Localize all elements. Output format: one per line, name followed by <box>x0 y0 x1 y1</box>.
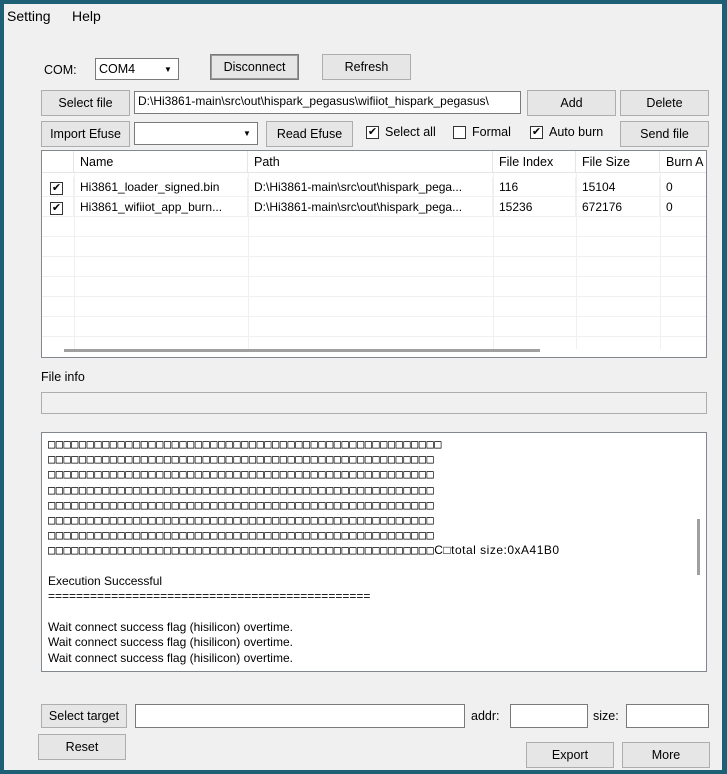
log-line: □□□□□□□□□□□□□□□□□□□□□□□□□□□□□□□□□□□□□□□□… <box>48 452 435 467</box>
grid-line <box>74 173 75 349</box>
formal-checkbox[interactable]: Formal <box>453 125 511 139</box>
grid-line <box>248 173 249 349</box>
log-line: □□□□□□□□□□□□□□□□□□□□□□□□□□□□□□□□□□□□□□□□… <box>48 482 435 497</box>
chevron-down-icon[interactable]: ▼ <box>239 125 255 142</box>
addr-input[interactable] <box>510 704 588 728</box>
row-file-size: 15104 <box>576 177 660 197</box>
log-output[interactable]: □□□□□□□□□□□□□□□□□□□□□□□□□□□□□□□□□□□□□□□□… <box>41 432 707 672</box>
auto-burn-checkbox[interactable]: ✔ Auto burn <box>530 125 603 139</box>
select-target-button[interactable]: Select target <box>41 704 127 728</box>
add-button[interactable]: Add <box>527 90 616 116</box>
addr-label: addr: <box>471 709 500 723</box>
log-line: □□□□□□□□□□□□□□□□□□□□□□□□□□□□□□□□□□□□□□□□… <box>48 467 435 482</box>
column-header-burn-addr[interactable]: Burn A <box>660 151 706 173</box>
file-info-label: File info <box>41 370 85 384</box>
row-name: Hi3861_wifiiot_app_burn... <box>74 197 248 217</box>
delete-button[interactable]: Delete <box>620 90 709 116</box>
size-input[interactable] <box>626 704 709 728</box>
log-total-size: C□total size:0xA41B0 <box>434 543 560 558</box>
column-header-name[interactable]: Name <box>74 151 248 173</box>
checkbox-checked-icon[interactable]: ✔ <box>366 125 379 139</box>
reset-button[interactable]: Reset <box>38 734 126 760</box>
log-line: □□□□□□□□□□□□□□□□□□□□□□□□□□□□□□□□□□□□□□□□… <box>48 513 435 528</box>
column-header-file-index[interactable]: File Index <box>493 151 576 173</box>
menu-help[interactable]: Help <box>72 8 101 24</box>
empty-row <box>42 237 706 257</box>
file-list-table[interactable]: Name Path File Index File Size Burn A ✔ … <box>41 150 707 358</box>
log-content: □□□□□□□□□□□□□□□□□□□□□□□□□□□□□□□□□□□□□□□□… <box>48 437 560 666</box>
log-line-separator: ========================================… <box>48 589 371 604</box>
log-line: □□□□□□□□□□□□□□□□□□□□□□□□□□□□□□□□□□□□□□□□… <box>48 437 442 451</box>
column-header-file-size[interactable]: File Size <box>576 151 660 173</box>
select-all-checkbox[interactable]: ✔ Select all <box>366 125 436 139</box>
row-file-index: 116 <box>493 177 576 197</box>
log-line: Wait connect success flag (hisilicon) ov… <box>48 619 293 634</box>
row-checkbox[interactable]: ✔ <box>42 197 74 217</box>
auto-burn-label: Auto burn <box>549 125 604 139</box>
log-line: □□□□□□□□□□□□□□□□□□□□□□□□□□□□□□□□□□□□□□□□… <box>48 543 560 558</box>
more-button[interactable]: More <box>622 742 710 768</box>
checkbox-checked-icon[interactable]: ✔ <box>530 125 543 139</box>
row-path: D:\Hi3861-main\src\out\hispark_pega... <box>248 197 493 217</box>
read-efuse-button[interactable]: Read Efuse <box>266 121 353 147</box>
menu-setting[interactable]: Setting <box>7 8 51 24</box>
select-all-label: Select all <box>385 125 436 139</box>
com-port-value: COM4 <box>99 62 136 76</box>
send-file-button[interactable]: Send file <box>620 121 709 147</box>
chevron-down-icon[interactable]: ▼ <box>160 61 176 77</box>
checkbox-checked-icon[interactable]: ✔ <box>50 202 63 215</box>
empty-row <box>42 277 706 297</box>
com-label: COM: <box>44 63 77 77</box>
row-file-size: 672176 <box>576 197 660 217</box>
log-line: Wait connect success flag (hisilicon) ov… <box>48 635 293 650</box>
row-burn-addr: 0 <box>660 177 706 197</box>
table-row[interactable]: ✔ Hi3861_wifiiot_app_burn... D:\Hi3861-m… <box>42 197 706 217</box>
log-line-success: Execution Successful <box>48 573 163 588</box>
column-header-path[interactable]: Path <box>248 151 493 173</box>
row-checkbox[interactable]: ✔ <box>42 177 74 197</box>
select-file-button[interactable]: Select file <box>41 90 130 116</box>
menu-bar: Setting Help <box>4 4 722 26</box>
grid-line <box>576 173 577 349</box>
formal-label: Formal <box>472 125 511 139</box>
checkbox-empty-icon[interactable] <box>453 125 466 139</box>
checkbox-checked-icon[interactable]: ✔ <box>50 182 63 195</box>
export-button[interactable]: Export <box>526 742 614 768</box>
grid-line <box>493 173 494 349</box>
row-burn-addr: 0 <box>660 197 706 217</box>
efuse-select[interactable]: ▼ <box>134 122 258 145</box>
log-line: Wait connect success flag (hisilicon) ov… <box>48 650 293 665</box>
size-label: size: <box>593 709 619 723</box>
import-efuse-button[interactable]: Import Efuse <box>41 121 130 147</box>
main-window: Setting Help COM: COM4 ▼ Disconnect Refr… <box>4 4 722 770</box>
horizontal-scrollbar[interactable] <box>64 349 540 352</box>
column-header-check[interactable] <box>42 151 74 173</box>
target-input[interactable] <box>135 704 465 728</box>
row-file-index: 15236 <box>493 197 576 217</box>
empty-row <box>42 297 706 317</box>
log-squares: □□□□□□□□□□□□□□□□□□□□□□□□□□□□□□□□□□□□□□□□… <box>48 543 435 558</box>
row-name: Hi3861_loader_signed.bin <box>74 177 248 197</box>
log-line: □□□□□□□□□□□□□□□□□□□□□□□□□□□□□□□□□□□□□□□□… <box>48 528 435 543</box>
vertical-scrollbar[interactable] <box>697 519 700 575</box>
empty-row <box>42 317 706 337</box>
empty-row <box>42 257 706 277</box>
grid-line <box>660 173 661 349</box>
table-row[interactable]: ✔ Hi3861_loader_signed.bin D:\Hi3861-mai… <box>42 177 706 197</box>
row-path: D:\Hi3861-main\src\out\hispark_pega... <box>248 177 493 197</box>
empty-row <box>42 217 706 237</box>
com-port-select[interactable]: COM4 ▼ <box>95 58 179 80</box>
table-header: Name Path File Index File Size Burn A <box>42 151 706 173</box>
file-info-field <box>41 392 707 414</box>
refresh-button[interactable]: Refresh <box>322 54 411 80</box>
disconnect-button[interactable]: Disconnect <box>210 54 299 80</box>
log-line: □□□□□□□□□□□□□□□□□□□□□□□□□□□□□□□□□□□□□□□□… <box>48 497 435 512</box>
file-path-input[interactable]: D:\Hi3861-main\src\out\hispark_pegasus\w… <box>134 91 521 114</box>
